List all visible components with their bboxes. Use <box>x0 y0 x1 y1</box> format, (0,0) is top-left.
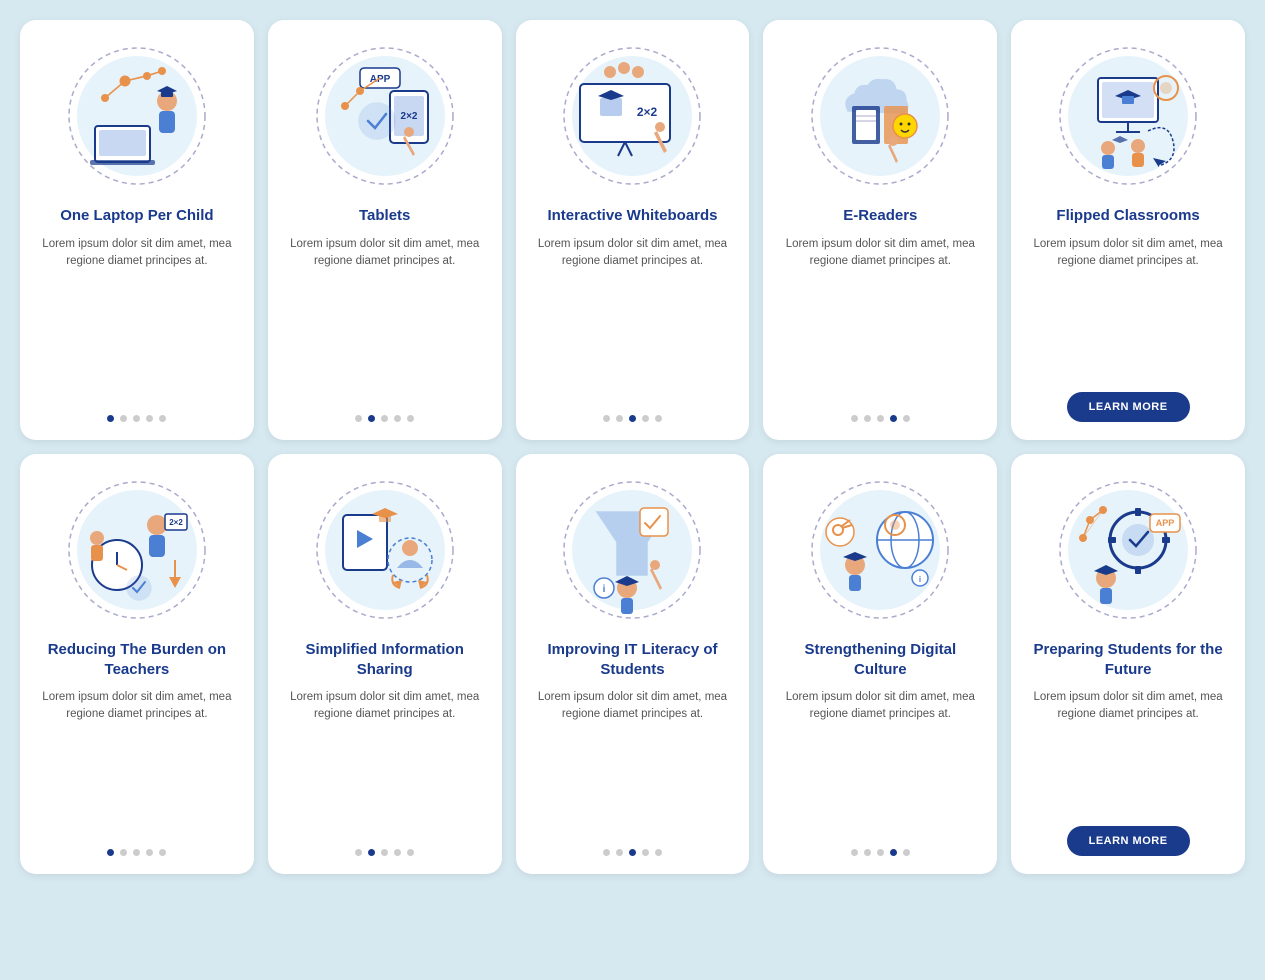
dot-4[interactable] <box>146 415 153 422</box>
dot-4[interactable] <box>642 415 649 422</box>
card-body: Lorem ipsum dolor sit dim amet, mea regi… <box>777 689 983 835</box>
card-title: Interactive Whiteboards <box>547 206 717 226</box>
dot-1[interactable] <box>107 849 114 856</box>
dot-1[interactable] <box>355 415 362 422</box>
card-body: Lorem ipsum dolor sit dim amet, mea regi… <box>34 236 240 402</box>
pagination-dots <box>107 415 166 422</box>
card-ereaders: E-Readers Lorem ipsum dolor sit dim amet… <box>763 20 997 440</box>
dot-4[interactable] <box>394 415 401 422</box>
card-body: Lorem ipsum dolor sit dim amet, mea regi… <box>282 236 488 402</box>
card-burden: 2×2 Reducing The Burden on Teachers Lore… <box>20 454 254 874</box>
dot-5[interactable] <box>407 415 414 422</box>
card-grid: One Laptop Per Child Lorem ipsum dolor s… <box>20 20 1245 874</box>
card-one-laptop: One Laptop Per Child Lorem ipsum dolor s… <box>20 20 254 440</box>
dot-2[interactable] <box>368 849 375 856</box>
card-whiteboards: 2×2 Interactive Whiteboards Lorem ipsum … <box>516 20 750 440</box>
pagination-dots <box>851 849 910 856</box>
card-digital: i Strengthening Digital Culture Lorem ip… <box>763 454 997 874</box>
dot-5[interactable] <box>407 849 414 856</box>
svg-text:2×2: 2×2 <box>400 111 417 122</box>
illustration-future: APP <box>1048 470 1208 630</box>
card-body: Lorem ipsum dolor sit dim amet, mea regi… <box>1025 236 1231 379</box>
dot-5[interactable] <box>655 415 662 422</box>
dot-1[interactable] <box>603 415 610 422</box>
svg-text:i: i <box>919 575 921 584</box>
pagination-dots <box>603 849 662 856</box>
card-title: Reducing The Burden on Teachers <box>34 640 240 679</box>
card-title: One Laptop Per Child <box>60 206 213 226</box>
card-title: Preparing Students for the Future <box>1025 640 1231 679</box>
dot-1[interactable] <box>107 415 114 422</box>
card-body: Lorem ipsum dolor sit dim amet, mea regi… <box>530 236 736 402</box>
dot-4[interactable] <box>394 849 401 856</box>
pagination-dots <box>851 415 910 422</box>
dot-3[interactable] <box>133 415 140 422</box>
dot-3[interactable] <box>877 415 884 422</box>
card-tablets: APP 2×2 Tablets Lorem ipsum dolor sit <box>268 20 502 440</box>
card-body: Lorem ipsum dolor sit dim amet, mea regi… <box>530 689 736 835</box>
dot-3[interactable] <box>877 849 884 856</box>
illustration-whiteboards: 2×2 <box>552 36 712 196</box>
card-body: Lorem ipsum dolor sit dim amet, mea regi… <box>282 689 488 835</box>
card-title: Tablets <box>359 206 410 226</box>
dot-3[interactable] <box>629 849 636 856</box>
dot-5[interactable] <box>903 849 910 856</box>
card-title: Strengthening Digital Culture <box>777 640 983 679</box>
illustration-digital: i <box>800 470 960 630</box>
dot-4[interactable] <box>890 415 897 422</box>
dot-4[interactable] <box>146 849 153 856</box>
illustration-flipped <box>1048 36 1208 196</box>
svg-text:2×2: 2×2 <box>637 105 658 119</box>
dot-5[interactable] <box>903 415 910 422</box>
card-literacy: i Improving IT Literacy of Students Lore… <box>516 454 750 874</box>
pagination-dots <box>355 849 414 856</box>
illustration-ereaders <box>800 36 960 196</box>
svg-text:i: i <box>603 584 606 595</box>
dot-3[interactable] <box>629 415 636 422</box>
dot-1[interactable] <box>851 849 858 856</box>
dot-2[interactable] <box>864 415 871 422</box>
pagination-dots <box>603 415 662 422</box>
card-title: Simplified Information Sharing <box>282 640 488 679</box>
card-sharing: Simplified Information Sharing Lorem ips… <box>268 454 502 874</box>
card-title: Flipped Classrooms <box>1056 206 1199 226</box>
svg-text:2×2: 2×2 <box>169 518 183 527</box>
dot-3[interactable] <box>381 415 388 422</box>
dot-4[interactable] <box>890 849 897 856</box>
pagination-dots <box>355 415 414 422</box>
dot-5[interactable] <box>655 849 662 856</box>
dot-1[interactable] <box>603 849 610 856</box>
learn-more-button-2[interactable]: LEARN MORE <box>1067 826 1190 856</box>
card-flipped: Flipped Classrooms Lorem ipsum dolor sit… <box>1011 20 1245 440</box>
card-title: E-Readers <box>843 206 917 226</box>
illustration-burden: 2×2 <box>57 470 217 630</box>
dot-3[interactable] <box>381 849 388 856</box>
dot-2[interactable] <box>120 849 127 856</box>
pagination-dots <box>107 849 166 856</box>
illustration-literacy: i <box>552 470 712 630</box>
card-future: APP Preparing Students for the Future Lo… <box>1011 454 1245 874</box>
dot-5[interactable] <box>159 849 166 856</box>
dot-5[interactable] <box>159 415 166 422</box>
illustration-laptop <box>57 36 217 196</box>
card-title: Improving IT Literacy of Students <box>530 640 736 679</box>
dot-3[interactable] <box>133 849 140 856</box>
dot-2[interactable] <box>616 849 623 856</box>
illustration-sharing <box>305 470 465 630</box>
card-body: Lorem ipsum dolor sit dim amet, mea regi… <box>1025 689 1231 812</box>
dot-2[interactable] <box>864 849 871 856</box>
dot-1[interactable] <box>355 849 362 856</box>
illustration-tablets: APP 2×2 <box>305 36 465 196</box>
dot-4[interactable] <box>642 849 649 856</box>
dot-2[interactable] <box>616 415 623 422</box>
svg-text:APP: APP <box>1156 518 1175 528</box>
card-body: Lorem ipsum dolor sit dim amet, mea regi… <box>777 236 983 402</box>
learn-more-button-1[interactable]: LEARN MORE <box>1067 392 1190 422</box>
dot-1[interactable] <box>851 415 858 422</box>
card-body: Lorem ipsum dolor sit dim amet, mea regi… <box>34 689 240 835</box>
dot-2[interactable] <box>120 415 127 422</box>
dot-2[interactable] <box>368 415 375 422</box>
